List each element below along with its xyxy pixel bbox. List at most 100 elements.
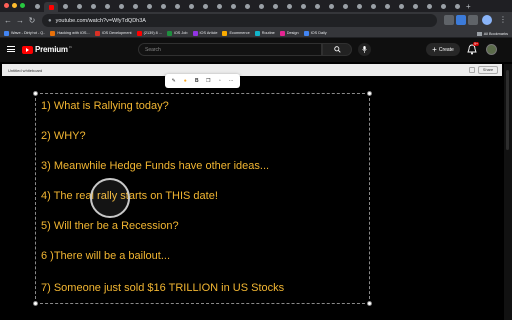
bookmark-item[interactable]: Design xyxy=(279,30,299,36)
bold-icon[interactable]: B xyxy=(193,78,201,84)
favicon-icon xyxy=(426,3,432,9)
address-bar[interactable]: ● youtube.com/watch?v=WfyTdQDh3A xyxy=(42,14,437,27)
logo-text: Premium xyxy=(35,45,68,54)
browser-tab[interactable] xyxy=(394,2,408,10)
site-info-icon[interactable]: ● xyxy=(48,18,52,24)
youtube-logo[interactable]: Premium IN xyxy=(22,45,72,54)
browser-tab[interactable] xyxy=(366,2,380,10)
extension-icon[interactable] xyxy=(456,15,466,25)
favicon-icon xyxy=(48,4,54,10)
bookmark-item[interactable]: iOS Job xyxy=(166,30,188,36)
whiteboard-line: 7) Someone just sold $16 TRILLION in US … xyxy=(41,282,285,294)
whiteboard-line: 5) Will ther be a Recession? xyxy=(41,220,179,232)
bookmark-item[interactable]: IOS Article xyxy=(192,30,217,36)
favicon-icon xyxy=(216,3,222,9)
share-button[interactable]: Share xyxy=(478,66,498,74)
browser-tab[interactable] xyxy=(268,2,282,10)
search-icon xyxy=(333,46,341,53)
browser-tab[interactable] xyxy=(310,2,324,10)
browser-tab[interactable] xyxy=(254,2,268,10)
resize-handle-bottom-left[interactable] xyxy=(33,301,38,306)
browser-tab[interactable] xyxy=(380,2,394,10)
favicon-icon xyxy=(272,3,278,9)
browser-tab[interactable] xyxy=(30,2,44,10)
minimize-window-icon[interactable] xyxy=(12,3,17,8)
browser-tab[interactable] xyxy=(324,2,338,10)
browser-tab[interactable] xyxy=(184,2,198,10)
browser-tab[interactable] xyxy=(156,2,170,10)
create-label: Create xyxy=(438,46,454,53)
create-button[interactable]: + Create xyxy=(426,43,460,56)
menu-icon[interactable] xyxy=(7,46,15,52)
present-icon[interactable] xyxy=(469,67,475,73)
close-window-icon[interactable] xyxy=(4,3,9,8)
browser-tab[interactable] xyxy=(58,2,72,10)
profile-icon[interactable] xyxy=(482,15,492,25)
browser-tab[interactable] xyxy=(72,2,86,10)
favicon-icon xyxy=(314,3,320,9)
new-tab-icon[interactable]: + xyxy=(466,2,471,11)
extension-icon[interactable] xyxy=(468,15,478,25)
bookmark-label: Ecommerce xyxy=(229,31,250,35)
favicon-icon xyxy=(118,3,124,9)
favicon-icon xyxy=(230,3,236,9)
color-picker-icon[interactable]: ● xyxy=(181,78,189,84)
country-code: IN xyxy=(68,45,72,49)
bookmark-item[interactable]: Wave - Dirty'rot - Q.. xyxy=(4,30,45,36)
browser-tab[interactable] xyxy=(142,2,156,10)
browser-tab[interactable] xyxy=(408,2,422,10)
browser-tab[interactable] xyxy=(352,2,366,10)
bookmark-item[interactable]: Routine xyxy=(254,30,275,36)
bookmark-item[interactable]: IOS Development xyxy=(94,30,132,36)
browser-tab[interactable] xyxy=(338,2,352,10)
scrollbar-thumb[interactable] xyxy=(506,70,509,150)
browser-tab[interactable] xyxy=(212,2,226,10)
bookmark-item[interactable]: IOS Daily xyxy=(303,30,327,36)
browser-tab[interactable] xyxy=(114,2,128,10)
cursor-highlight xyxy=(90,178,130,218)
resize-handle-top-left[interactable] xyxy=(33,91,38,96)
browser-tab[interactable] xyxy=(450,2,464,10)
bookmark-item[interactable]: (2139) 8 ... xyxy=(136,30,162,36)
browser-tab[interactable] xyxy=(240,2,254,10)
search-input[interactable]: Search xyxy=(138,43,322,56)
back-icon[interactable]: ← xyxy=(2,16,14,25)
tab-active[interactable] xyxy=(44,2,58,12)
whiteboard-title[interactable]: Untitled whiteboard xyxy=(8,68,42,73)
browser-tab[interactable] xyxy=(296,2,310,10)
copy-icon[interactable]: ❐ xyxy=(204,78,212,84)
browser-tab[interactable] xyxy=(170,2,184,10)
browser-tab[interactable] xyxy=(282,2,296,10)
browser-tab[interactable] xyxy=(422,2,436,10)
search-placeholder: Search xyxy=(145,46,161,53)
all-bookmarks-button[interactable]: All Bookmarks xyxy=(476,29,508,38)
browser-tab[interactable] xyxy=(128,2,142,10)
extension-icon[interactable] xyxy=(444,15,454,25)
bookmark-label: Hacking with IOS... xyxy=(57,31,90,35)
browser-toolbar: ← → ↻ ● youtube.com/watch?v=WfyTdQDh3A ⋮ xyxy=(0,12,512,29)
browser-tab[interactable] xyxy=(198,2,212,10)
search-button[interactable] xyxy=(322,43,352,56)
bookmark-item[interactable]: Ecommerce xyxy=(222,30,250,36)
bookmark-item[interactable]: Hacking with IOS... xyxy=(50,30,90,36)
browser-tab[interactable] xyxy=(100,2,114,10)
whiteboard-line: 1) What is Rallying today? xyxy=(41,100,169,112)
zoom-window-icon[interactable] xyxy=(20,3,25,8)
delete-icon[interactable]: ▫ xyxy=(216,78,224,84)
favicon-icon xyxy=(356,3,362,9)
browser-tab[interactable] xyxy=(226,2,240,10)
whiteboard-line: 2) WHY? xyxy=(41,130,86,142)
avatar[interactable] xyxy=(486,44,497,55)
browser-menu-icon[interactable]: ⋮ xyxy=(497,15,509,24)
reload-icon[interactable]: ↻ xyxy=(26,16,38,25)
bookmark-label: iOS Job xyxy=(173,31,188,35)
resize-handle-bottom-right[interactable] xyxy=(367,301,372,306)
voice-search-button[interactable] xyxy=(358,43,371,56)
favicon-icon xyxy=(146,3,152,9)
browser-tab[interactable] xyxy=(436,2,450,10)
pen-icon[interactable]: ✎ xyxy=(170,78,178,84)
browser-tab[interactable] xyxy=(86,2,100,10)
more-options-icon[interactable]: ⋯ xyxy=(227,78,235,84)
resize-handle-top-right[interactable] xyxy=(367,91,372,96)
forward-icon[interactable]: → xyxy=(14,16,26,25)
